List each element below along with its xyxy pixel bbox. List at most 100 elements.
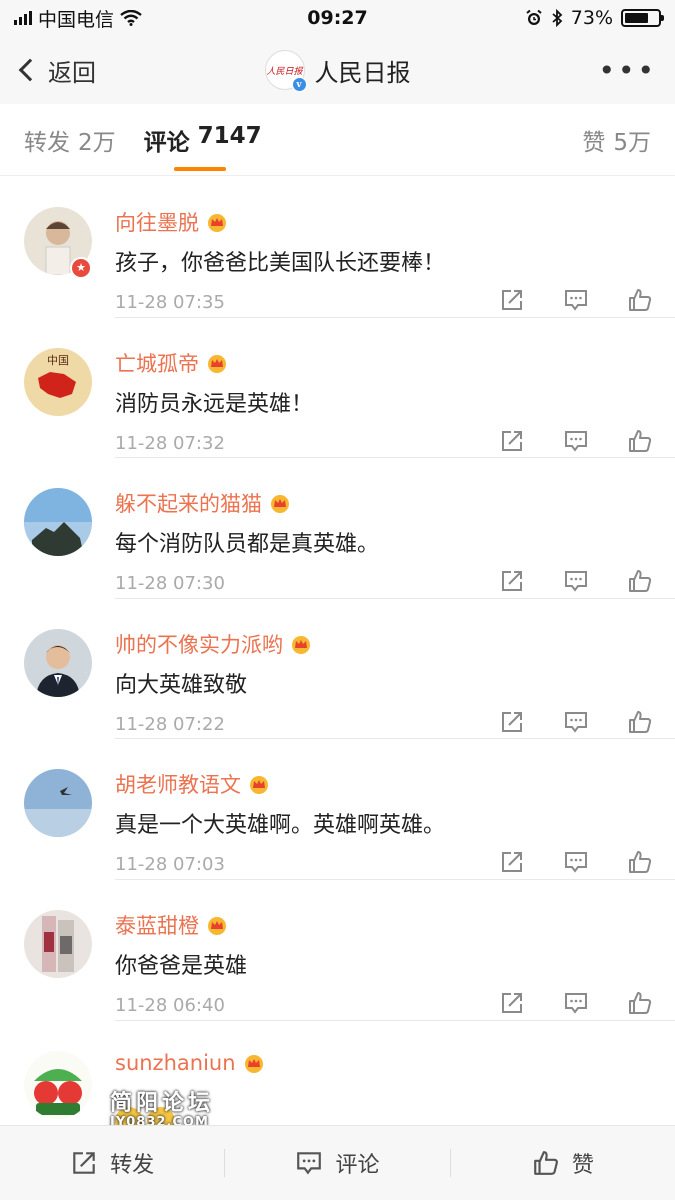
repost-icon: [73, 1152, 95, 1174]
comment-time: 11-28 07:30: [115, 573, 225, 595]
like-button[interactable]: 赞: [451, 1147, 675, 1179]
tab-comments[interactable]: 评论 7147: [143, 122, 262, 171]
like-icon[interactable]: [627, 287, 653, 313]
logo-text: 人民日报: [266, 66, 303, 77]
crown-icon: [244, 1054, 263, 1073]
nav-bar: 返回 人民日报 v 人民日报 •••: [0, 36, 675, 104]
username[interactable]: 亡城孤帝: [115, 348, 199, 378]
crown-icon: [271, 495, 289, 514]
username[interactable]: 躲不起来的猫猫: [115, 488, 262, 518]
bluetooth-icon: [552, 9, 563, 27]
tab-count: 2万: [78, 129, 116, 156]
comment-text: 你爸爸是英雄: [115, 953, 248, 979]
like-icon: [533, 1151, 558, 1175]
account-name: 人民日报: [314, 58, 411, 87]
chevron-left-icon: [18, 58, 42, 82]
comment-label: 评论: [335, 1153, 380, 1178]
account-header[interactable]: 人民日报 v 人民日报: [198, 50, 477, 92]
comment-time: 11-28 06:40: [115, 994, 225, 1016]
comment-time: 11-28 07:22: [115, 713, 225, 735]
more-button[interactable]: •••: [477, 54, 657, 87]
comment-icon[interactable]: [563, 568, 589, 594]
comment-text: 消防员永远是英雄！: [115, 391, 314, 417]
username[interactable]: sunzhaniun: [115, 1051, 236, 1075]
like-icon[interactable]: [627, 568, 653, 594]
username[interactable]: 胡老师教语文: [115, 769, 241, 799]
like-label: 赞: [571, 1153, 594, 1178]
like-icon[interactable]: [627, 709, 653, 735]
repost-icon[interactable]: [499, 990, 525, 1016]
username[interactable]: 向往墨脱: [115, 207, 199, 237]
signal-icon: [14, 11, 32, 25]
comment-item: 泰蓝甜橙 你爸爸是英雄 11-28 06:40: [0, 880, 675, 1021]
clock: 09:27: [307, 7, 368, 29]
crown-icon: [208, 354, 226, 373]
crown-icon: [250, 776, 268, 795]
comment-text: 向大英雄致敬: [115, 672, 248, 698]
vip-badge-icon: ★: [70, 257, 92, 279]
comment-text: 孩子，你爸爸比美国队长还要棒！: [115, 251, 446, 276]
svg-text:中国: 中国: [47, 354, 69, 367]
avatar[interactable]: [24, 628, 92, 697]
status-bar: 中国电信 09:27 73%: [0, 0, 675, 36]
tab-label: 转发: [24, 129, 70, 156]
comment-item: 胡老师教语文 真是一个大英雄啊。英雄啊英雄。 11-28 07:03: [0, 739, 675, 880]
comment-icon[interactable]: [563, 709, 589, 735]
tab-likes[interactable]: 赞 5万: [582, 123, 651, 157]
crown-icon: [208, 214, 226, 232]
comment-button[interactable]: 评论: [225, 1147, 449, 1179]
back-label: 返回: [48, 58, 96, 87]
repost-icon[interactable]: [499, 849, 525, 875]
comment-time: 11-28 07:03: [115, 854, 225, 876]
comment-text: 每个消防队员都是真英雄。: [115, 532, 380, 558]
comment-item: ★ 向往墨脱 孩子，你爸爸比美国队长还要棒！ 11-28 07:35: [0, 177, 675, 318]
comment-item: 中国 亡城孤帝 消防员永远是英雄！ 11-28 07:32: [0, 318, 675, 459]
username[interactable]: 帅的不像实力派哟: [115, 629, 283, 659]
crown-icon: [208, 916, 226, 935]
carrier-label: 中国电信: [38, 8, 115, 31]
comment-time: 11-28 07:32: [115, 432, 225, 454]
avatar[interactable]: [24, 488, 92, 557]
avatar[interactable]: [24, 1050, 92, 1119]
watermark-title: 简阳论坛: [110, 1091, 215, 1116]
comment-text: 真是一个大英雄啊。英雄啊英雄。: [115, 813, 446, 839]
avatar[interactable]: [24, 909, 92, 978]
repost-icon[interactable]: [499, 709, 525, 735]
wifi-icon: [120, 10, 142, 26]
comment-icon[interactable]: [563, 287, 589, 313]
battery-icon: [621, 9, 664, 27]
avatar[interactable]: 中国: [24, 347, 92, 416]
tab-repost[interactable]: 转发 2万: [24, 123, 116, 157]
repost-button[interactable]: 转发: [0, 1147, 224, 1179]
crown-icon: [292, 635, 310, 654]
comment-icon[interactable]: [563, 849, 589, 875]
comment-icon[interactable]: [563, 990, 589, 1016]
battery-fill: [625, 13, 649, 23]
comment-icon: [297, 1152, 322, 1175]
repost-icon[interactable]: [499, 287, 525, 313]
repost-icon[interactable]: [499, 568, 525, 594]
tab-label: 赞: [582, 129, 606, 156]
bottom-action-bar: 转发 评论 赞: [0, 1125, 675, 1200]
tab-count: 5万: [613, 129, 651, 156]
alarm-icon: [526, 9, 542, 25]
avatar[interactable]: [24, 769, 92, 838]
account-avatar: 人民日报 v: [264, 50, 307, 92]
verified-icon: v: [291, 77, 307, 92]
username[interactable]: 泰蓝甜橙: [115, 910, 199, 940]
back-button[interactable]: 返回: [18, 53, 198, 88]
comment-item: 帅的不像实力派哟 向大英雄致敬 11-28 07:22: [0, 599, 675, 740]
tab-label: 评论: [143, 129, 190, 156]
tab-bar: 转发 2万 评论 7147 赞 5万: [0, 104, 675, 176]
repost-icon[interactable]: [499, 428, 525, 454]
battery-percent: 73%: [570, 7, 613, 29]
comment-item: 躲不起来的猫猫 每个消防队员都是真英雄。 11-28 07:30: [0, 458, 675, 599]
comment-list: ★ 向往墨脱 孩子，你爸爸比美国队长还要棒！ 11-28 07:35 中国 亡城…: [0, 177, 675, 1161]
repost-label: 转发: [110, 1153, 155, 1178]
like-icon[interactable]: [627, 849, 653, 875]
tab-count: 7147: [197, 122, 262, 149]
like-icon[interactable]: [627, 428, 653, 454]
comment-icon[interactable]: [563, 428, 589, 454]
like-icon[interactable]: [627, 990, 653, 1016]
comment-time: 11-28 07:35: [115, 292, 225, 313]
